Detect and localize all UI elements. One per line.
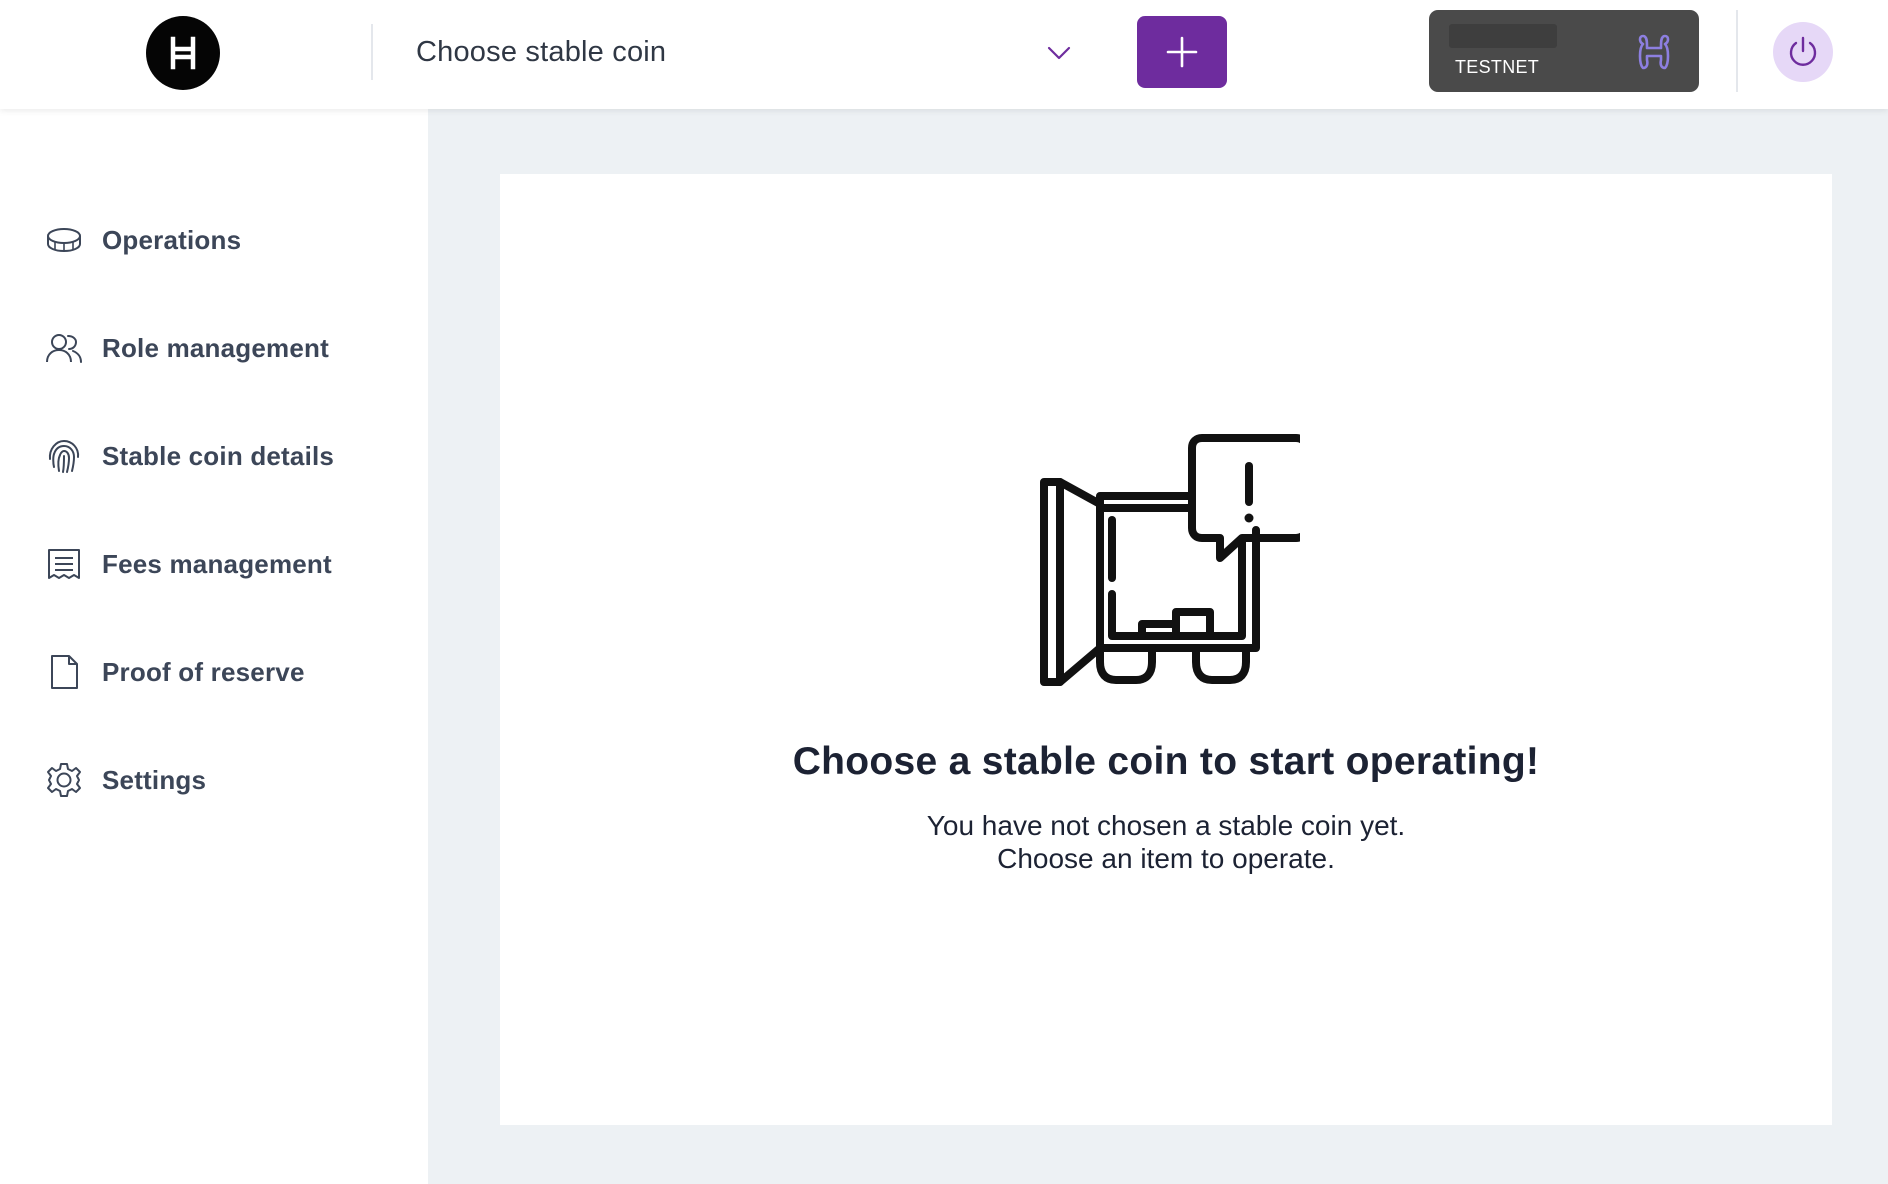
sidebar-item-settings[interactable]: Settings	[44, 750, 404, 810]
sidebar-item-label: Proof of reserve	[102, 656, 305, 687]
users-icon	[44, 328, 84, 368]
sidebar-item-role-management[interactable]: Role management	[44, 318, 404, 378]
receipt-icon	[44, 544, 84, 584]
account-id-redacted	[1449, 24, 1557, 48]
fingerprint-icon	[44, 436, 84, 476]
empty-state-title: Choose a stable coin to start operating!	[792, 740, 1540, 783]
power-icon	[1789, 36, 1817, 66]
top-bar: Choose stable coin TESTNET	[0, 0, 1888, 109]
network-label: TESTNET	[1455, 57, 1540, 77]
document-icon	[44, 652, 84, 692]
header-divider	[371, 24, 373, 80]
coin-icon	[44, 220, 84, 260]
header-divider-right	[1736, 10, 1738, 92]
sidebar-item-operations[interactable]: Operations	[44, 210, 404, 270]
open-safe-illustration	[1040, 434, 1300, 686]
sidebar-item-stable-coin-details[interactable]: Stable coin details	[44, 426, 404, 486]
sidebar-item-fees-management[interactable]: Fees management	[44, 534, 404, 594]
network-badge[interactable]: TESTNET	[1429, 10, 1699, 92]
disconnect-button[interactable]	[1773, 22, 1833, 82]
sidebar-item-label: Settings	[102, 764, 207, 795]
sidebar-item-label: Role management	[102, 332, 329, 363]
sidebar-item-proof-of-reserve[interactable]: Proof of reserve	[44, 642, 404, 702]
sidebar-item-label: Operations	[102, 224, 242, 255]
plus-icon	[1166, 36, 1198, 68]
sidebar: Operations Role management Stable coin d…	[0, 109, 428, 1184]
hashpack-wallet-icon	[1638, 34, 1670, 70]
stable-coin-select[interactable]: Choose stable coin	[396, 22, 1086, 82]
chevron-down-icon	[1047, 46, 1071, 60]
empty-state-card: Choose a stable coin to start operating!…	[500, 174, 1832, 1125]
sidebar-item-label: Fees management	[102, 548, 332, 579]
main-content: Choose a stable coin to start operating!…	[428, 109, 1888, 1184]
empty-state-line-1: You have not chosen a stable coin yet.	[926, 810, 1406, 841]
coin-select-placeholder: Choose stable coin	[416, 35, 667, 68]
hedera-logo[interactable]	[146, 16, 220, 90]
empty-state-description: You have not chosen a stable coin yet. C…	[500, 809, 1832, 875]
gear-icon	[44, 760, 84, 800]
hedera-logo-icon	[170, 36, 196, 70]
add-stable-coin-button[interactable]	[1137, 16, 1227, 88]
empty-state-line-2: Choose an item to operate.	[997, 843, 1335, 874]
sidebar-item-label: Stable coin details	[102, 440, 335, 471]
